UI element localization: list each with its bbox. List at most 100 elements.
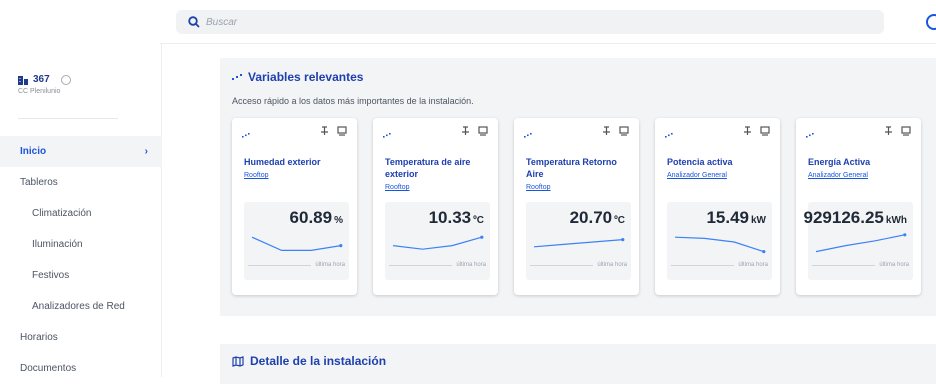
sparkline-end-point	[621, 238, 625, 242]
sparkline-chart	[533, 238, 625, 248]
card-title-text: Humedad exterior	[244, 157, 321, 167]
sparkline-chart	[674, 236, 766, 254]
card-footer-text: última hora	[597, 262, 627, 268]
sidebar: 367 CC Plenilunio Inicio › Tableros Clim…	[0, 44, 162, 377]
footer-line	[812, 264, 876, 266]
card-value-number: 10.33	[428, 208, 472, 227]
panel-title-text: Variables relevantes	[248, 70, 364, 84]
card-footer-text: última hora	[738, 262, 768, 268]
card-value-box: 10.33 ºC última hora	[385, 202, 490, 280]
card-value: 10.33 ºC	[429, 208, 484, 228]
card-footer-text: última hora	[315, 262, 345, 268]
card-source-link[interactable]: Rooftop	[526, 182, 626, 194]
variable-card[interactable]: Temperatura Retorno Aire Rooftop 20.70 ºC…	[514, 118, 639, 295]
search-input[interactable]: Buscar	[176, 10, 884, 34]
logo-area	[0, 0, 160, 44]
sparkline-line	[674, 236, 764, 253]
card-value-box: 15.49 kW última hora	[667, 202, 772, 280]
sparkline-chart	[251, 236, 343, 251]
sparkline-line	[533, 239, 623, 248]
card-title-text: Energía Activa	[808, 157, 871, 167]
card-value-unit: ºC	[614, 215, 625, 226]
sparkline-line	[251, 236, 341, 251]
main-content: Variables relevantes Acceso rápido a los…	[162, 44, 936, 384]
sparkline-end-point	[762, 250, 766, 254]
sparkline-chart	[392, 235, 484, 250]
sidebar-item-horarios[interactable]: Horarios	[0, 322, 162, 353]
sidebar-item-label: Documentos	[20, 363, 77, 374]
site-name: CC Plenilunio	[18, 88, 61, 95]
card-header	[806, 126, 911, 138]
monitor-icon[interactable]	[337, 126, 347, 136]
card-title: Temperatura de aire exterior Rooftop	[385, 156, 485, 194]
sidebar-item-label: Climatización	[32, 208, 92, 219]
sparkline-end-point	[903, 233, 907, 237]
variable-card[interactable]: Potencia activa Analizador General 15.49…	[655, 118, 780, 295]
card-footer: última hora	[389, 262, 486, 268]
sidebar-item-festivos[interactable]: Festivos	[0, 260, 162, 291]
card-source-link[interactable]: Rooftop	[385, 182, 485, 194]
sidebar-item-tableros[interactable]: Tableros	[0, 167, 162, 198]
card-value: 20.70 ºC	[570, 208, 625, 228]
card-value-unit: %	[334, 215, 343, 226]
card-value: 929126.25 kWh	[804, 208, 907, 228]
sidebar-nav: Inicio › Tableros Climatización Iluminac…	[0, 136, 162, 384]
card-header	[242, 126, 347, 138]
card-title: Humedad exterior Rooftop	[244, 156, 344, 182]
pin-icon[interactable]	[602, 126, 611, 136]
card-source-link[interactable]: Analizador General	[667, 170, 767, 182]
card-footer-text: última hora	[879, 262, 909, 268]
variable-card[interactable]: Temperatura de aire exterior Rooftop 10.…	[373, 118, 498, 295]
card-title: Temperatura Retorno Aire Rooftop	[526, 156, 626, 194]
card-header	[383, 126, 488, 138]
sparkline-line	[392, 236, 482, 250]
sidebar-item-analizadores[interactable]: Analizadores de Red	[0, 291, 162, 322]
sidebar-item-climatizacion[interactable]: Climatización	[0, 198, 162, 229]
pin-icon[interactable]	[320, 126, 329, 136]
variable-card[interactable]: Energía Activa Analizador General 929126…	[796, 118, 921, 295]
chevron-right-icon: ›	[144, 146, 148, 157]
card-title-text: Temperatura Retorno Aire	[526, 157, 617, 179]
sidebar-item-label: Tableros	[20, 177, 58, 188]
sparkline-line	[815, 234, 905, 253]
card-source-link[interactable]: Analizador General	[808, 170, 908, 182]
user-circle-icon[interactable]	[926, 14, 936, 30]
sidebar-item-label: Festivos	[32, 270, 70, 281]
card-footer: última hora	[812, 262, 909, 268]
sidebar-item-documentos[interactable]: Documentos	[0, 353, 162, 384]
pin-icon[interactable]	[461, 126, 470, 136]
card-value-number: 15.49	[706, 208, 749, 227]
card-source-link[interactable]: Rooftop	[244, 170, 344, 182]
installation-detail-panel: Detalle de la instalación	[220, 344, 936, 384]
pin-icon[interactable]	[743, 126, 752, 136]
sidebar-item-inicio[interactable]: Inicio ›	[0, 136, 162, 167]
site-number: 367	[33, 74, 50, 85]
pin-icon[interactable]	[884, 126, 893, 136]
monitor-icon[interactable]	[760, 126, 770, 136]
monitor-icon[interactable]	[478, 126, 488, 136]
card-footer: última hora	[530, 262, 627, 268]
footer-line	[389, 264, 453, 266]
footer-line	[248, 264, 312, 266]
variable-card[interactable]: Humedad exterior Rooftop 60.89% última h…	[232, 118, 357, 295]
search-icon	[188, 16, 200, 28]
card-title: Energía Activa Analizador General	[808, 156, 908, 182]
panel-title: Detalle de la instalación	[232, 354, 386, 368]
monitor-icon[interactable]	[619, 126, 629, 136]
signal-icon	[524, 133, 532, 138]
map-icon	[232, 355, 244, 367]
monitor-icon[interactable]	[901, 126, 911, 136]
sidebar-item-label: Iluminación	[32, 239, 83, 250]
footer-line	[530, 264, 594, 266]
card-value: 15.49 kW	[706, 208, 766, 228]
card-footer: última hora	[671, 262, 768, 268]
sparkline-end-point	[339, 244, 343, 248]
sidebar-item-iluminacion[interactable]: Iluminación	[0, 229, 162, 260]
signal-icon	[242, 133, 250, 138]
footer-line	[671, 264, 735, 266]
card-title-text: Temperatura de aire exterior	[385, 157, 471, 179]
sidebar-item-label: Inicio	[20, 146, 47, 157]
info-icon[interactable]	[60, 74, 71, 85]
card-header	[524, 126, 629, 138]
sparkline-chart	[815, 233, 907, 253]
